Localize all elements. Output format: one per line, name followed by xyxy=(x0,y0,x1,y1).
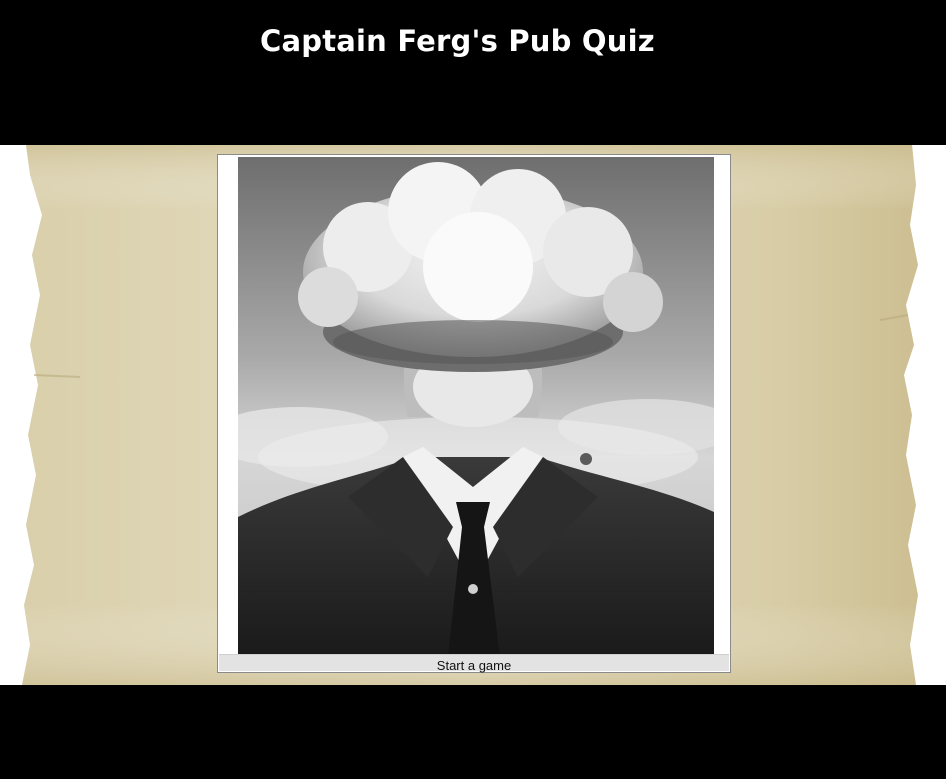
page-footer xyxy=(0,685,946,779)
site-header: Captain Ferg's Pub Quiz xyxy=(0,0,946,145)
mushroom-cloud-suit-image xyxy=(238,157,714,657)
page-title: Captain Ferg's Pub Quiz xyxy=(260,24,655,58)
start-game-card[interactable]: Start a game xyxy=(217,154,731,673)
start-game-label: Start a game xyxy=(436,658,512,673)
start-game-button[interactable]: Start a game xyxy=(219,654,729,673)
